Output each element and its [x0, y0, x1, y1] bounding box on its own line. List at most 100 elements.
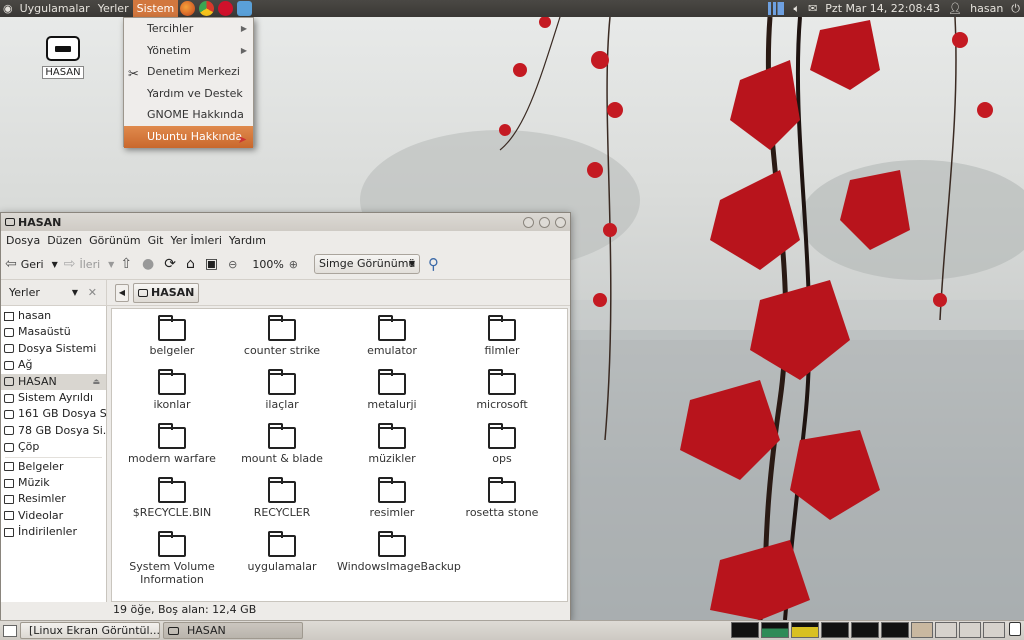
sidebar-item-pictures[interactable]: Resimler	[1, 491, 106, 507]
folder-item[interactable]: counter strike	[227, 315, 337, 369]
folder-item[interactable]: müzikler	[337, 423, 447, 477]
chevron-down-icon[interactable]: ▼	[108, 260, 114, 269]
sidebar-item-label: Çöp	[18, 440, 40, 454]
folder-item[interactable]: ilaçlar	[227, 369, 337, 423]
chevron-down-icon[interactable]: ▼	[52, 260, 58, 269]
menu-system[interactable]: Sistem	[132, 0, 179, 17]
folder-item[interactable]: System Volume Information	[117, 531, 227, 586]
menu-item-about-ubuntu[interactable]: Ubuntu Hakkında ➤	[124, 125, 253, 148]
zoom-in-button[interactable]: ⊕	[289, 258, 302, 271]
sidebar-item-78gb[interactable]: 78 GB Dosya Si...	[1, 423, 106, 439]
workspace-switcher[interactable]	[959, 622, 981, 638]
menu-item-administration[interactable]: Yönetim ▶	[124, 40, 253, 62]
sidebar-item-system-reserved[interactable]: Sistem Ayrıldı	[1, 390, 106, 406]
workspace-switcher[interactable]	[983, 622, 1005, 638]
maximize-button[interactable]	[539, 216, 550, 228]
sidebar-item-music[interactable]: Müzik	[1, 475, 106, 491]
folder-item[interactable]: filmler	[447, 315, 557, 369]
menu-item-about-gnome[interactable]: GNOME Hakkında	[124, 104, 253, 126]
search-button[interactable]: ⚲	[428, 255, 443, 273]
sidebar-item-videos[interactable]: Videolar	[1, 508, 106, 524]
folder-item[interactable]: uygulamalar	[227, 531, 337, 585]
sidebar-item-filesystem[interactable]: Dosya Sistemi	[1, 341, 106, 357]
menu-item-preferences[interactable]: Tercihler ▶	[124, 18, 253, 40]
folder-item[interactable]: ops	[447, 423, 557, 477]
up-button[interactable]: ⇧	[120, 256, 136, 272]
view-mode-select[interactable]: Simge Görünümü ▼	[314, 254, 421, 274]
menu-file[interactable]: Dosya	[6, 234, 40, 247]
zoom-out-button[interactable]: ⊖	[228, 258, 241, 271]
sidebar-item-hasan-drive[interactable]: HASAN ⏏	[1, 373, 106, 390]
sidebar-item-network[interactable]: Ağ	[1, 357, 106, 373]
chrome-launcher-icon[interactable]	[199, 1, 215, 16]
desktop-drive-icon[interactable]: HASAN	[42, 36, 84, 79]
folder-item[interactable]: belgeler	[117, 315, 227, 369]
system-monitor[interactable]	[729, 622, 1021, 639]
folder-item[interactable]: ikonlar	[117, 369, 227, 423]
workspace-switcher[interactable]	[935, 622, 957, 638]
power-icon[interactable]: ⏻	[1007, 0, 1024, 17]
menu-applications[interactable]: Uygulamalar	[16, 0, 94, 17]
sidebar-item-home[interactable]: hasan	[1, 308, 106, 324]
sidebar-item-label: 161 GB Dosya S...	[18, 407, 106, 421]
sidebar-item-label: Ağ	[18, 358, 33, 372]
back-button[interactable]: ⇦ Geri ▼	[5, 256, 58, 272]
sidebar-type-select[interactable]: Yerler ▼ ✕	[1, 279, 107, 306]
close-sidebar-icon[interactable]: ✕	[88, 280, 97, 306]
home-button[interactable]: ⌂	[186, 256, 199, 272]
breadcrumb-left-arrow-icon[interactable]: ◀	[115, 283, 129, 302]
opera-launcher-icon[interactable]	[218, 1, 234, 16]
folder-item[interactable]: $RECYCLE.BIN	[117, 477, 227, 531]
workspace-switcher[interactable]	[911, 622, 933, 638]
close-button[interactable]	[555, 216, 566, 228]
folder-label: counter strike	[243, 344, 321, 357]
taskbar-item-hasan[interactable]: HASAN	[163, 622, 303, 639]
clock[interactable]: Pzt Mar 14, 22:08:43	[821, 0, 944, 17]
menu-help[interactable]: Yardım	[229, 234, 266, 247]
folder-item[interactable]: emulator	[337, 315, 447, 369]
forward-button[interactable]: ⇨ İleri ▼	[64, 256, 115, 272]
sidebar-item-downloads[interactable]: İndirilenler	[1, 524, 106, 540]
folder-item[interactable]: rosetta stone	[447, 477, 557, 531]
sidebar-item-documents[interactable]: Belgeler	[1, 459, 106, 475]
submenu-arrow-icon: ▶	[240, 24, 247, 33]
drive-icon	[138, 288, 148, 297]
folder-item[interactable]: metalurji	[337, 369, 447, 423]
mail-icon[interactable]: ✉	[804, 0, 821, 17]
folder-item[interactable]: microsoft	[447, 369, 557, 423]
volume-icon[interactable]: 🔈︎	[789, 0, 804, 17]
home-icon	[4, 311, 14, 321]
sidebar-item-desktop[interactable]: Masaüstü	[1, 324, 106, 340]
show-desktop-icon[interactable]	[3, 624, 17, 637]
reload-button[interactable]: ⟳	[164, 256, 180, 272]
ubuntu-logo-icon[interactable]: ◉	[0, 0, 16, 17]
computer-button[interactable]: ▣	[205, 256, 222, 272]
drive-icon	[168, 626, 179, 635]
network-signal-icon[interactable]	[768, 2, 785, 15]
menu-edit[interactable]: Düzen	[47, 234, 82, 247]
sidebar-item-161gb[interactable]: 161 GB Dosya S...	[1, 406, 106, 422]
sidebar-item-trash[interactable]: Çöp	[1, 439, 106, 455]
eject-icon[interactable]: ⏏	[92, 374, 100, 390]
folder-item[interactable]: resimler	[337, 477, 447, 531]
file-view: belgeler counter strike emulator filmler iko…	[111, 308, 568, 602]
trash-applet-icon[interactable]	[1009, 622, 1021, 636]
menu-places[interactable]: Yerler	[94, 0, 133, 17]
firefox-launcher-icon[interactable]	[180, 1, 196, 16]
breadcrumb-button[interactable]: HASAN	[133, 282, 200, 303]
folder-item[interactable]: mount & blade	[227, 423, 337, 477]
folder-item[interactable]: modern warfare	[117, 423, 227, 477]
stop-button[interactable]: ●	[142, 256, 158, 272]
window-titlebar[interactable]: HASAN	[1, 213, 570, 231]
minimize-button[interactable]	[523, 216, 534, 228]
user-name[interactable]: hasan	[966, 0, 1007, 17]
folder-item[interactable]: WindowsImageBackup	[337, 531, 461, 585]
folder-item[interactable]: RECYCLER	[227, 477, 337, 531]
menu-go[interactable]: Git	[148, 234, 164, 247]
menu-item-control-center[interactable]: ✂ Denetim Merkezi	[124, 61, 253, 83]
menu-item-help[interactable]: Yardım ve Destek	[124, 83, 253, 105]
chat-launcher-icon[interactable]	[237, 1, 253, 16]
menu-bookmarks[interactable]: Yer İmleri	[170, 234, 221, 247]
taskbar-item-screenshot[interactable]: [Linux Ekran Görüntül...	[20, 622, 160, 639]
menu-view[interactable]: Görünüm	[89, 234, 140, 247]
